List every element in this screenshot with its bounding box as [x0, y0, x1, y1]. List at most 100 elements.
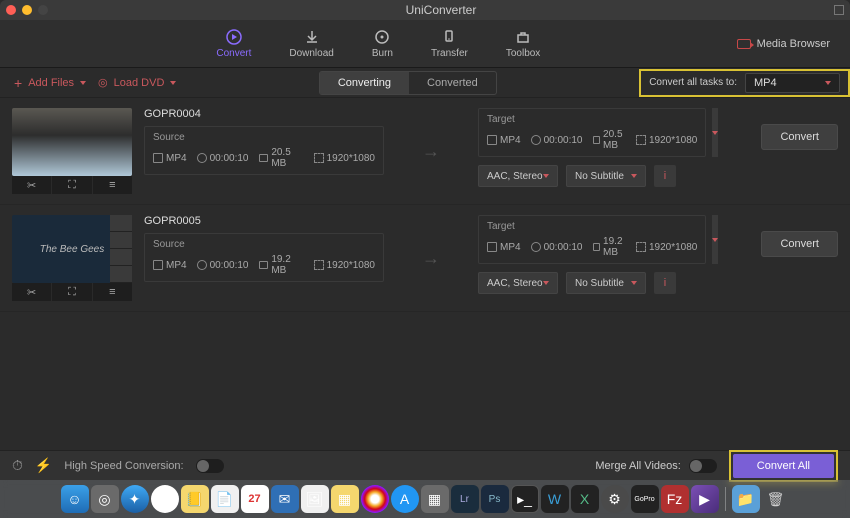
dock-trash[interactable]: 🗑	[762, 485, 790, 513]
subtitle-dropdown[interactable]: No Subtitle	[566, 165, 646, 187]
audio-dropdown[interactable]: AAC, Stereo	[478, 165, 558, 187]
dock-item[interactable]: ▦	[421, 485, 449, 513]
window-controls	[6, 5, 48, 15]
chevron-down-icon	[631, 174, 637, 178]
dock-safari[interactable]: ✦	[121, 485, 149, 513]
target-format-dropdown[interactable]	[712, 108, 718, 157]
clock-icon	[197, 260, 207, 270]
nav-toolbox[interactable]: Toolbox	[506, 28, 540, 59]
convert-all-label: Convert all tasks to:	[641, 77, 737, 88]
load-dvd-button[interactable]: ◎ Load DVD	[98, 76, 176, 89]
clock-icon	[531, 135, 541, 145]
dock-item[interactable]: ▦	[331, 485, 359, 513]
tab-converted[interactable]: Converted	[409, 72, 496, 94]
high-speed-toggle[interactable]	[196, 459, 224, 473]
subtitle-dropdown[interactable]: No Subtitle	[566, 272, 646, 294]
dock-chrome[interactable]: ◉	[151, 485, 179, 513]
dock-finder[interactable]: ☺	[61, 485, 89, 513]
output-format-dropdown[interactable]: MP4	[745, 73, 840, 93]
convert-button[interactable]: Convert	[761, 124, 838, 150]
crop-icon[interactable]: ⛶	[52, 176, 92, 194]
crop-icon[interactable]: ⛶	[52, 283, 92, 301]
nav-label: Transfer	[431, 48, 468, 59]
nav-label: Burn	[372, 48, 393, 59]
nav-convert[interactable]: Convert	[216, 28, 251, 59]
flash-icon: ⚡	[35, 457, 52, 474]
effects-icon[interactable]: ≡	[93, 176, 132, 194]
minimize-window[interactable]	[22, 5, 32, 15]
add-files-button[interactable]: + Add Files	[14, 75, 86, 91]
info-button[interactable]: i	[654, 165, 676, 187]
arrow-icon: →	[396, 108, 466, 194]
dock-settings[interactable]: ⚙	[601, 485, 629, 513]
dock-photos[interactable]	[361, 485, 389, 513]
convert-button[interactable]: Convert	[761, 231, 838, 257]
dock-preview[interactable]: 🖼	[301, 485, 329, 513]
file-name: GOPR0005	[144, 215, 384, 227]
source-box: Source MP4 00:00:10 20.5 MB 1920*1080	[144, 126, 384, 175]
media-icon	[737, 39, 751, 49]
nav-label: Download	[289, 48, 333, 59]
tab-converting[interactable]: Converting	[320, 72, 409, 94]
dock-launchpad[interactable]: ◎	[91, 485, 119, 513]
format-icon	[153, 153, 163, 163]
window-menu-icon[interactable]	[834, 5, 844, 15]
folder-icon	[259, 154, 269, 162]
dock-appstore[interactable]: A	[391, 485, 419, 513]
chevron-down-icon	[712, 238, 718, 242]
source-box: Source MP4 00:00:10 19.2 MB 1920*1080	[144, 233, 384, 282]
resolution-icon	[636, 135, 646, 145]
dock-item[interactable]: W	[541, 485, 569, 513]
merge-toggle[interactable]	[689, 459, 717, 473]
dock-calendar[interactable]: 27	[241, 485, 269, 513]
dock-mail[interactable]: ✉	[271, 485, 299, 513]
sub-toolbar: + Add Files ◎ Load DVD Converting Conver…	[0, 68, 850, 98]
info-button[interactable]: i	[654, 272, 676, 294]
nav-transfer[interactable]: Transfer	[431, 28, 468, 59]
resolution-icon	[636, 242, 646, 252]
dock-lightroom[interactable]: Lr	[451, 485, 479, 513]
dock-filezilla[interactable]: Fz	[661, 485, 689, 513]
convert-all-button[interactable]: Convert All	[733, 454, 834, 478]
folder-icon	[593, 243, 601, 251]
target-column: Target MP4 00:00:10 19.2 MB 1920*1080 AA…	[478, 215, 713, 301]
maximize-window[interactable]	[38, 5, 48, 15]
target-box: Target MP4 00:00:10 19.2 MB 1920*1080	[478, 215, 706, 264]
dock-textedit[interactable]: 📄	[211, 485, 239, 513]
clock-icon	[531, 242, 541, 252]
dock-photoshop[interactable]: Ps	[481, 485, 509, 513]
video-thumbnail[interactable]	[12, 108, 132, 176]
audio-dropdown[interactable]: AAC, Stereo	[478, 272, 558, 294]
toolbox-icon	[514, 28, 532, 46]
dock-terminal[interactable]: ▸_	[511, 485, 539, 513]
format-icon	[487, 242, 497, 252]
video-thumbnail[interactable]: The Bee Gees	[12, 215, 132, 283]
close-window[interactable]	[6, 5, 16, 15]
effects-icon[interactable]: ≡	[93, 283, 132, 301]
trim-icon[interactable]: ✂	[12, 283, 52, 301]
sub-left: + Add Files ◎ Load DVD	[0, 75, 176, 91]
nav-burn[interactable]: Burn	[372, 28, 393, 59]
format-icon	[487, 135, 497, 145]
task-row: The Bee Gees ✂ ⛶ ≡ GOPR0005 Source MP4 0…	[0, 205, 850, 312]
nav-download[interactable]: Download	[289, 28, 333, 59]
source-stats: MP4 00:00:10 19.2 MB 1920*1080	[153, 254, 375, 276]
plus-icon: +	[14, 75, 22, 91]
trim-icon[interactable]: ✂	[12, 176, 52, 194]
thumb-tools: ✂ ⛶ ≡	[12, 283, 132, 301]
app-title: UniConverter	[48, 3, 834, 17]
source-stats: MP4 00:00:10 20.5 MB 1920*1080	[153, 147, 375, 169]
media-browser-button[interactable]: Media Browser	[737, 38, 830, 50]
track-options: AAC, Stereo No Subtitle i	[478, 165, 713, 187]
source-column: GOPR0004 Source MP4 00:00:10 20.5 MB 192…	[144, 108, 384, 194]
dock-uniconverter[interactable]: ▶	[691, 485, 719, 513]
dock-notes[interactable]: 📒	[181, 485, 209, 513]
schedule-icon[interactable]: ⏱	[12, 457, 23, 474]
dock-downloads[interactable]: 📁	[732, 485, 760, 513]
dock-gopro[interactable]: GoPro	[631, 485, 659, 513]
target-column: Target MP4 00:00:10 20.5 MB 1920*1080 AA…	[478, 108, 713, 194]
target-format-dropdown[interactable]	[712, 215, 718, 264]
dock-item[interactable]: X	[571, 485, 599, 513]
format-icon	[153, 260, 163, 270]
nav-label: Toolbox	[506, 48, 540, 59]
